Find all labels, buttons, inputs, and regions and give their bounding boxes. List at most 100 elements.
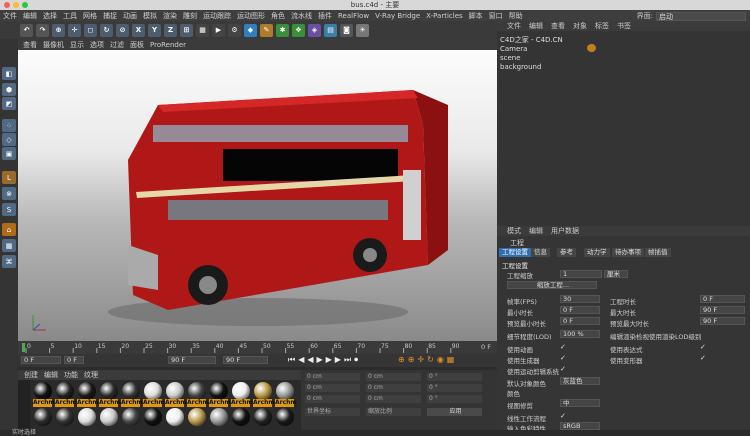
viewport-menu-item[interactable]: 摄像机 <box>43 40 64 50</box>
material-swatch[interactable] <box>100 382 118 400</box>
menu-item[interactable]: 流水线 <box>291 11 312 21</box>
material-menu-item[interactable]: 编辑 <box>44 370 58 380</box>
camera-tag-icon[interactable] <box>587 44 596 52</box>
attribute-menu-item[interactable]: 模式 <box>507 226 521 236</box>
project-unit-dropdown[interactable]: 厘米 <box>604 270 628 278</box>
attribute-tab[interactable]: 待办事项 <box>612 248 644 257</box>
menu-item[interactable]: 帮助 <box>509 11 523 21</box>
material-swatch[interactable] <box>144 382 162 400</box>
pen-icon[interactable]: ✎ <box>260 23 273 37</box>
polygons-mode-icon[interactable]: ▣ <box>2 147 16 160</box>
menu-item[interactable]: 插件 <box>318 11 332 21</box>
object-row[interactable]: C4D之家 - C4D.CN <box>500 36 563 45</box>
size-x-field[interactable]: 0 cm <box>366 373 421 381</box>
menu-item[interactable]: X-Particles <box>426 12 462 20</box>
minimize-window-icon[interactable] <box>13 2 19 8</box>
undo-icon[interactable]: ↶ <box>20 23 33 37</box>
deformer-icon[interactable]: ◈ <box>308 23 321 37</box>
use-animation-checkbox[interactable]: ✓ <box>560 343 566 351</box>
subdivision-icon[interactable]: ✱ <box>276 23 289 37</box>
use-expressions-checkbox[interactable]: ✓ <box>700 343 706 351</box>
material-swatch[interactable] <box>276 408 294 426</box>
use-generators-checkbox[interactable]: ✓ <box>560 354 566 362</box>
interface-dropdown[interactable]: 启动 <box>656 11 746 21</box>
lod-field[interactable]: 100 % <box>560 330 600 338</box>
menu-item[interactable]: V-Ray Bridge <box>375 12 420 20</box>
model-mode-icon[interactable]: ⬢ <box>2 83 16 96</box>
view-clip-dropdown[interactable]: 中 <box>560 399 600 407</box>
viewport-menu-item[interactable]: 显示 <box>70 40 84 50</box>
material-swatch[interactable] <box>188 382 206 400</box>
menu-item[interactable]: 模拟 <box>143 11 157 21</box>
object-menu-item[interactable]: 书签 <box>617 21 631 31</box>
select-tool-icon[interactable]: ⊕ <box>52 23 65 37</box>
viewport-menu-item[interactable]: 选项 <box>90 40 104 50</box>
use-motion-checkbox[interactable]: ✓ <box>560 365 566 373</box>
material-swatch[interactable] <box>276 382 294 400</box>
close-window-icon[interactable] <box>4 2 10 8</box>
recent-tool-icon[interactable]: ⊘ <box>116 23 129 37</box>
default-color-dropdown[interactable]: 灰蓝色 <box>560 377 600 385</box>
fps-field[interactable]: 30 <box>560 295 600 303</box>
make-editable-icon[interactable]: ◧ <box>2 67 16 80</box>
material-swatch[interactable] <box>122 382 140 400</box>
viewport[interactable] <box>18 50 497 341</box>
viewport-menu-item[interactable]: 面板 <box>130 40 144 50</box>
viewport-menu-item[interactable]: 查看 <box>23 40 37 50</box>
scale-tool-icon[interactable]: ◻ <box>84 23 97 37</box>
menu-item[interactable]: 选择 <box>43 11 57 21</box>
environment-icon[interactable]: ▤ <box>324 23 337 37</box>
preview-max-field[interactable]: 90 F <box>700 317 745 325</box>
menu-item[interactable]: 编辑 <box>23 11 37 21</box>
material-swatch[interactable] <box>56 382 74 400</box>
viewport-menu-item[interactable]: 过滤 <box>110 40 124 50</box>
array-icon[interactable]: ❖ <box>292 23 305 37</box>
material-swatch[interactable] <box>210 382 228 400</box>
attribute-tab[interactable]: 工程设置 <box>499 248 531 257</box>
end-frame-field[interactable]: 90 F <box>168 356 216 364</box>
material-swatch[interactable] <box>100 408 118 426</box>
menu-item[interactable]: 网格 <box>83 11 97 21</box>
material-swatch[interactable] <box>254 408 272 426</box>
min-time-field[interactable]: 0 F <box>560 306 600 314</box>
workplane-icon[interactable]: ⌂ <box>2 223 16 236</box>
object-row[interactable]: Camera <box>500 45 527 54</box>
use-deformers-checkbox[interactable]: ✓ <box>700 354 706 362</box>
menu-item[interactable]: 运动跟踪 <box>203 11 231 21</box>
world-coord-dropdown[interactable]: 世界坐标 <box>305 408 360 416</box>
render-settings-icon[interactable]: ⚙ <box>228 23 241 37</box>
menu-item[interactable]: 角色 <box>271 11 285 21</box>
scale-dropdown[interactable]: 缩放比例 <box>366 408 421 416</box>
rotate-tool-icon[interactable]: ↻ <box>100 23 113 37</box>
transport-controls[interactable]: ⏮◀◀▶▶▶⏭⏺ <box>288 355 361 365</box>
object-menu-item[interactable]: 对象 <box>573 21 587 31</box>
material-menu-item[interactable]: 创建 <box>24 370 38 380</box>
menu-item[interactable]: 窗口 <box>489 11 503 21</box>
rot-p-field[interactable]: 0 ° <box>427 384 482 392</box>
duration-field[interactable]: 0 F <box>700 295 745 303</box>
coord-system-icon[interactable]: ⊞ <box>180 23 193 37</box>
start-frame-field[interactable]: 0 F <box>21 356 61 364</box>
input-color-dropdown[interactable]: sRGB <box>560 422 600 430</box>
menu-item[interactable]: 捕捉 <box>103 11 117 21</box>
object-row[interactable]: background <box>500 63 541 72</box>
material-swatch[interactable] <box>56 408 74 426</box>
render-view-icon[interactable]: ▦ <box>196 23 209 37</box>
y-axis-icon[interactable]: Y <box>148 23 161 37</box>
attribute-tab[interactable]: 参考 <box>557 248 576 257</box>
pos-x-field[interactable]: 0 cm <box>305 373 360 381</box>
material-swatch[interactable] <box>254 382 272 400</box>
zoom-window-icon[interactable] <box>22 2 28 8</box>
material-swatch[interactable] <box>166 382 184 400</box>
material-swatch[interactable] <box>232 408 250 426</box>
menu-item[interactable]: 工具 <box>63 11 77 21</box>
z-axis-icon[interactable]: Z <box>164 23 177 37</box>
current-frame-field[interactable]: 0 F <box>64 356 84 364</box>
rot-b-field[interactable]: 0 ° <box>427 395 482 403</box>
material-menu-item[interactable]: 纹理 <box>84 370 98 380</box>
attribute-tab[interactable]: 信息 <box>531 248 550 257</box>
attribute-tab[interactable]: 帧插值 <box>645 248 671 257</box>
x-axis-icon[interactable]: X <box>132 23 145 37</box>
attribute-menu-item[interactable]: 编辑 <box>529 226 543 236</box>
axis-mode-icon[interactable]: L <box>2 171 16 184</box>
